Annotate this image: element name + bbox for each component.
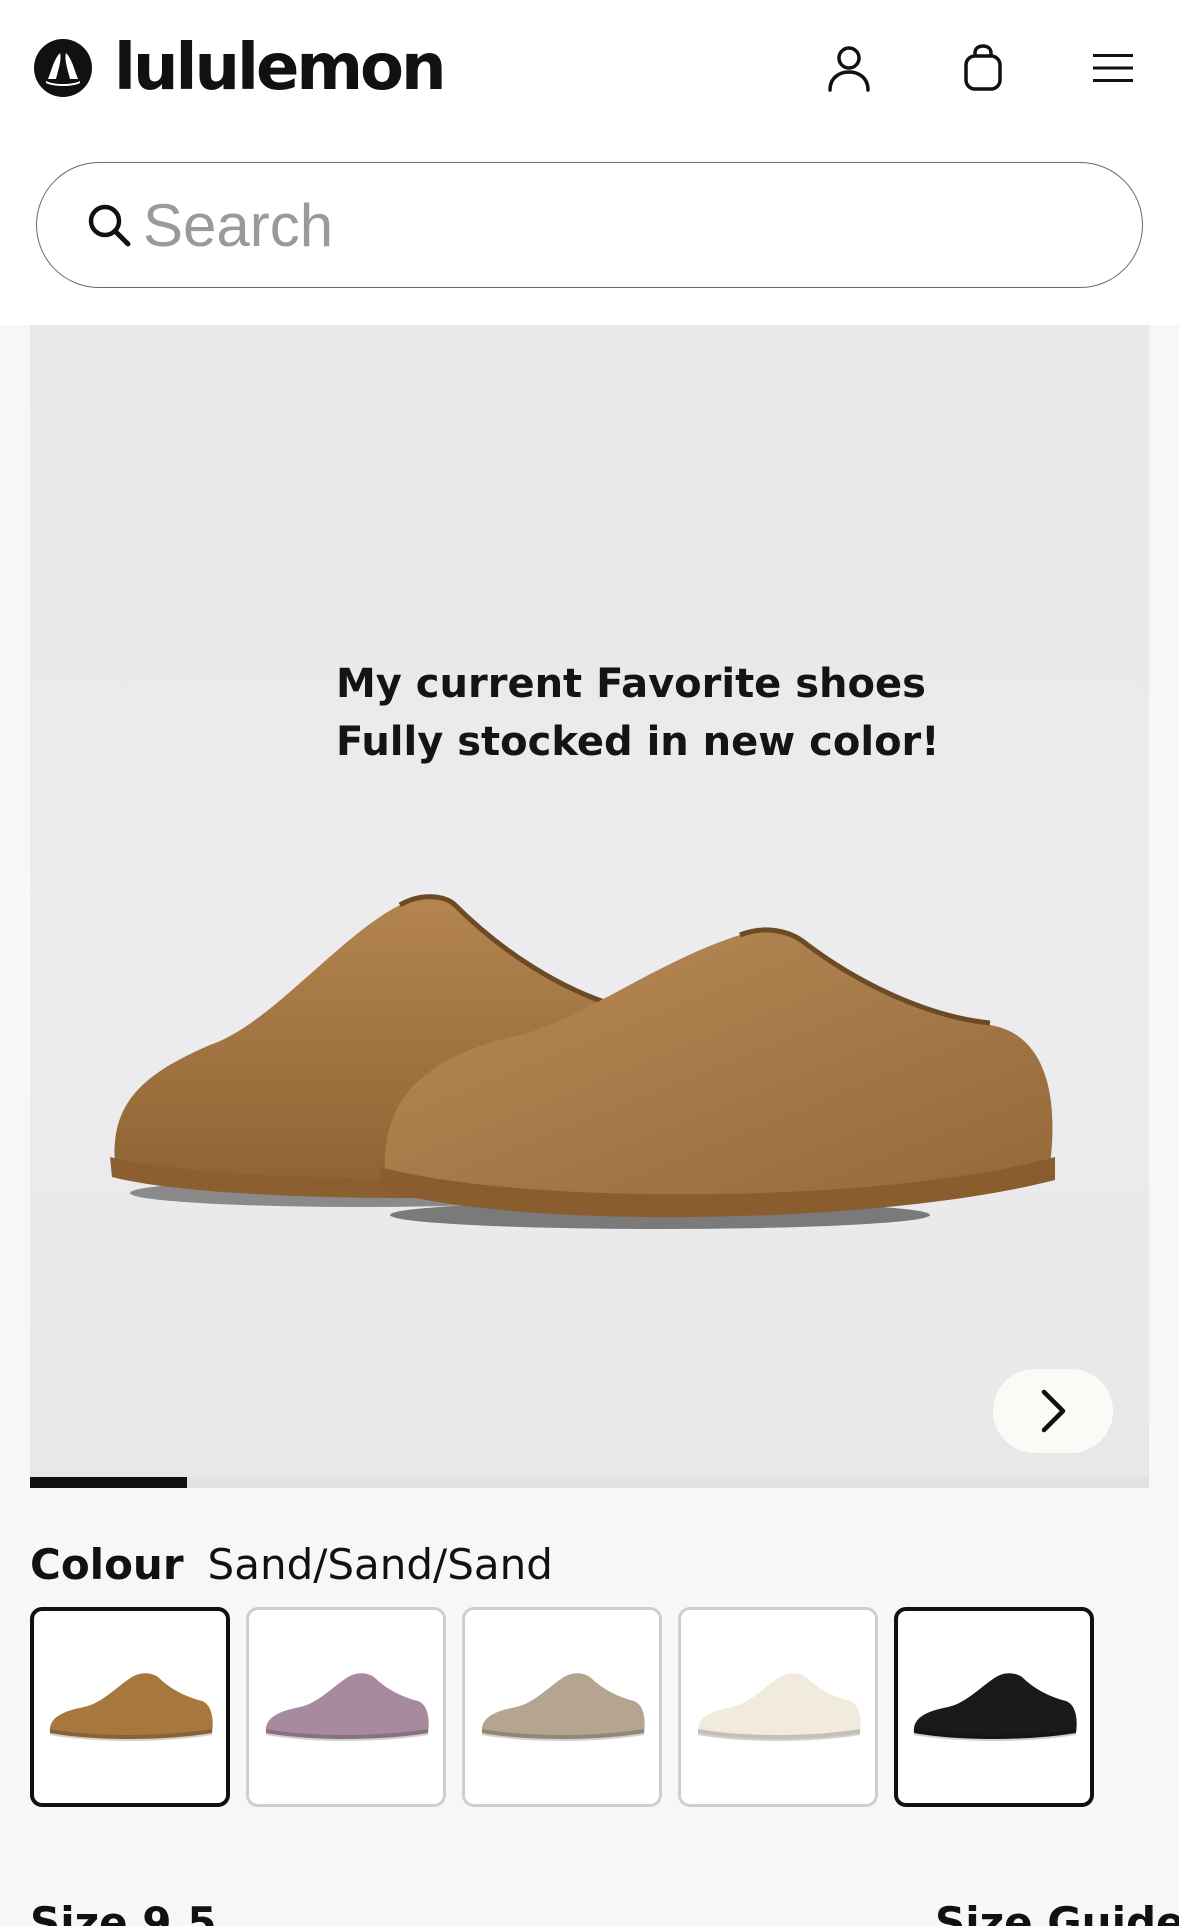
clog-thumbnail	[697, 1673, 861, 1741]
colour-swatch[interactable]	[894, 1607, 1094, 1807]
colour-swatches	[30, 1607, 1094, 1807]
colour-label: Colour	[30, 1540, 184, 1589]
colour-swatch[interactable]	[462, 1607, 662, 1807]
shopping-bag-icon	[964, 44, 1002, 91]
lululemon-logo[interactable]: lululemon	[34, 31, 447, 105]
caption-line-2: Fully stocked in new color!	[336, 719, 940, 765]
product-image-clogs	[110, 894, 1055, 1229]
clog-thumbnail	[481, 1673, 645, 1741]
colour-swatch[interactable]	[246, 1607, 446, 1807]
selected-colour-name: Sand/Sand/Sand	[207, 1540, 553, 1589]
search-icon	[85, 201, 133, 249]
next-image-button[interactable]	[993, 1369, 1113, 1453]
site-header: lululemon	[0, 0, 1179, 325]
search-input[interactable]	[143, 190, 1043, 260]
size-guide-link[interactable]: Size Guide	[935, 1898, 1179, 1926]
carousel-progress-bar	[30, 1477, 1149, 1488]
image-caption: My current Favorite shoes Fully stocked …	[336, 655, 940, 771]
carousel-progress-fill	[30, 1477, 187, 1488]
colour-selection: Colour Sand/Sand/Sand	[30, 1540, 553, 1589]
product-image-carousel[interactable]: My current Favorite shoes Fully stocked …	[30, 325, 1149, 1488]
clog-thumbnail	[49, 1673, 213, 1741]
clog-thumbnail	[265, 1673, 429, 1741]
clog-thumbnail	[913, 1673, 1077, 1741]
account-button[interactable]	[821, 40, 877, 96]
hamburger-menu-button[interactable]	[1085, 40, 1141, 96]
lululemon-logo-icon	[34, 39, 92, 97]
brand-name: lululemon	[114, 31, 447, 105]
account-icon	[828, 46, 870, 92]
shopping-bag-button[interactable]	[955, 40, 1011, 96]
search-bar[interactable]	[36, 162, 1143, 288]
colour-swatch[interactable]	[30, 1607, 230, 1807]
caption-line-1: My current Favorite shoes	[336, 661, 926, 707]
hamburger-menu-icon	[1093, 54, 1133, 82]
size-label: Size 9.5	[30, 1898, 217, 1926]
chevron-right-icon	[1041, 1389, 1066, 1433]
colour-swatch[interactable]	[678, 1607, 878, 1807]
